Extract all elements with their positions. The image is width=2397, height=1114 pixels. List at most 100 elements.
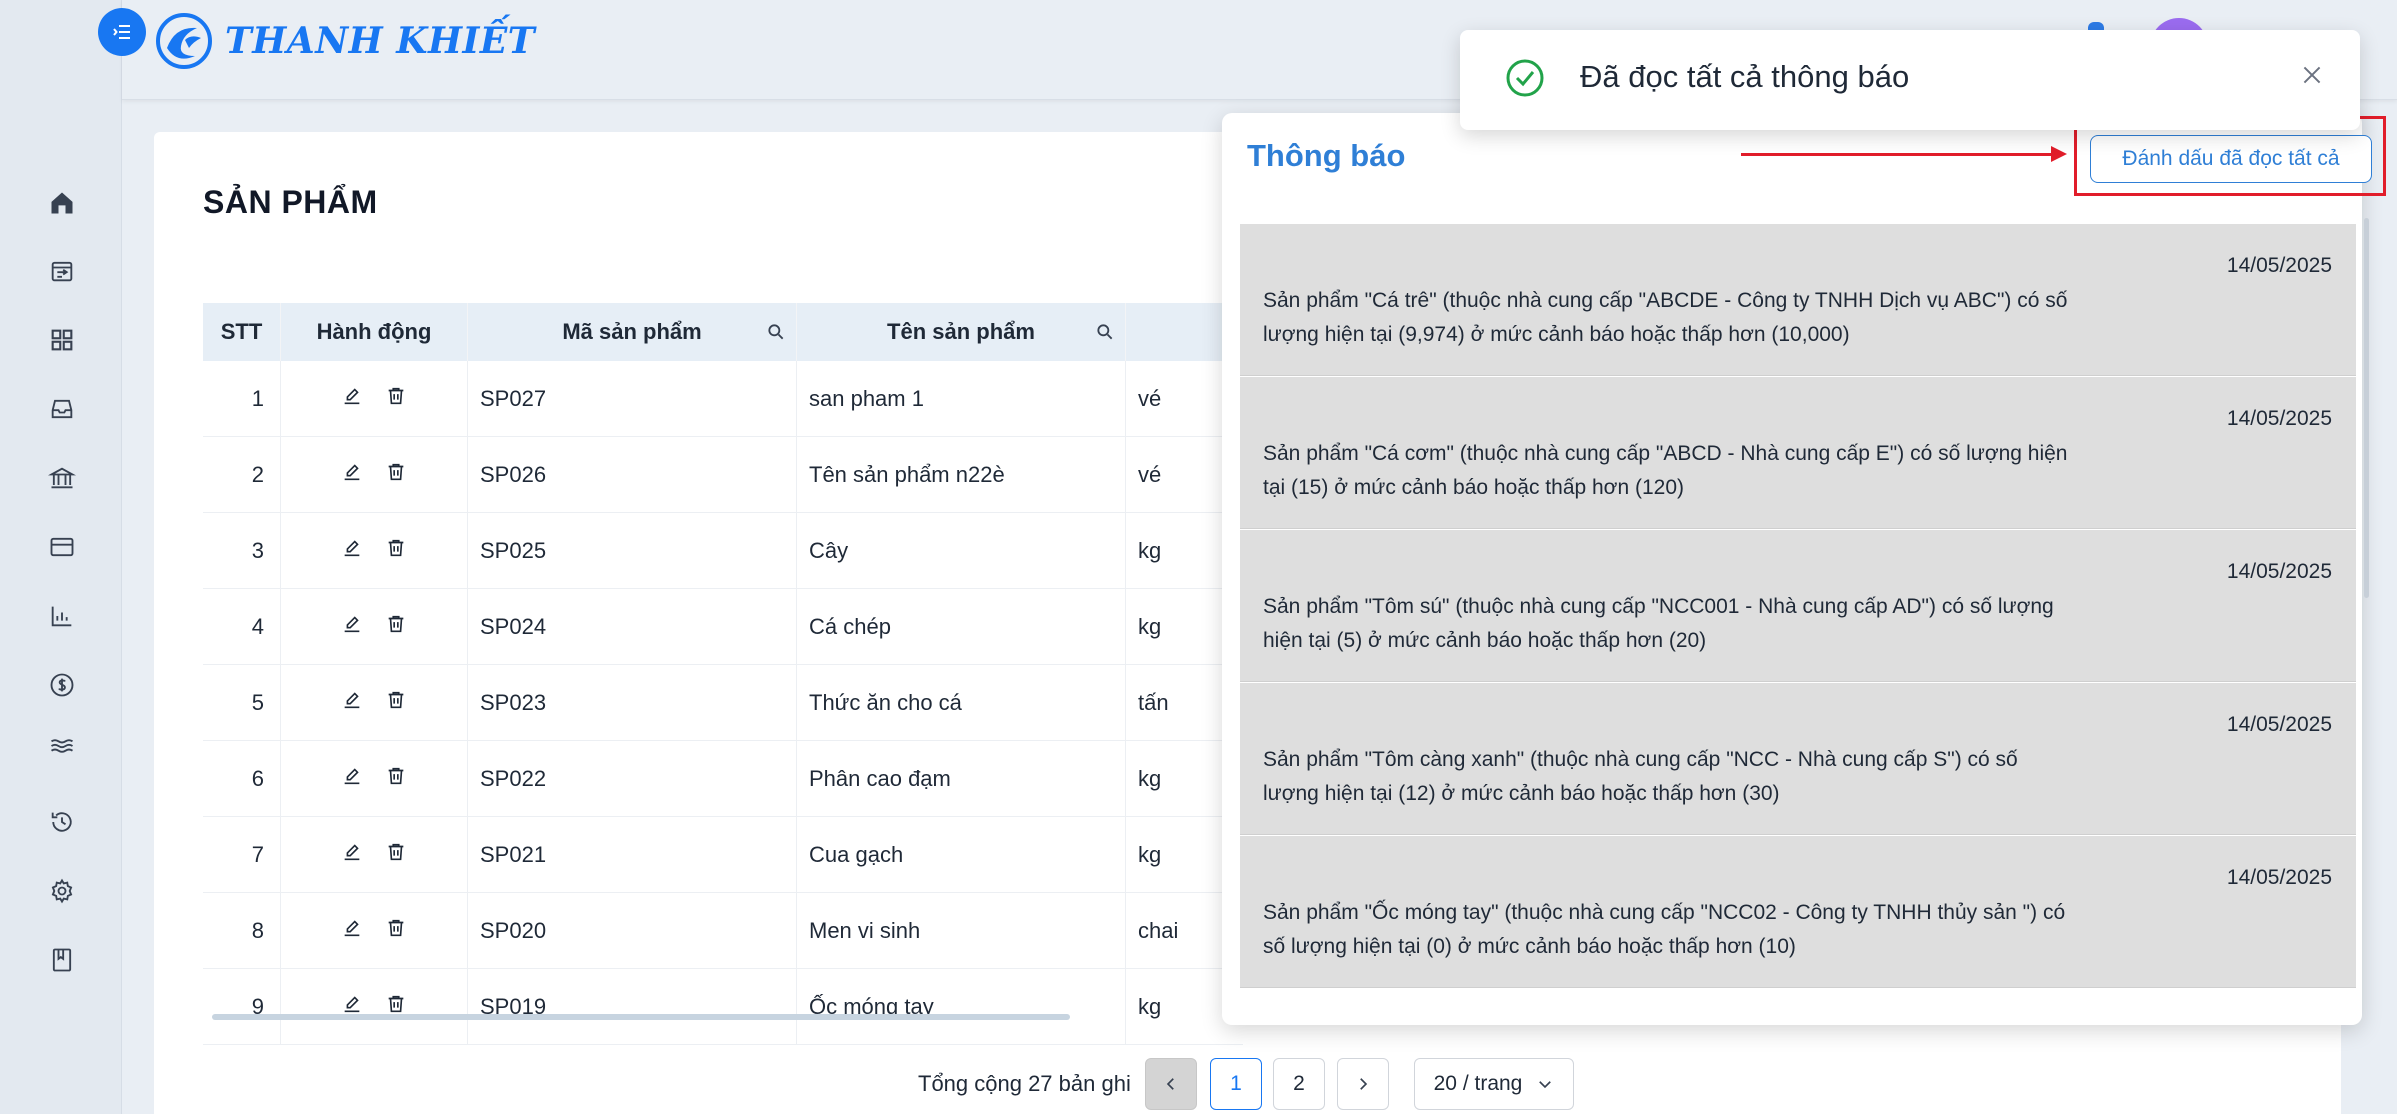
notification-item[interactable]: 14/05/2025 Sản phẩm "Tôm sú" (thuộc nhà c… [1240,530,2356,682]
brand-logo[interactable]: THANH KHIẾT [155,12,535,70]
row-stt: 9 [203,968,281,1045]
card-icon[interactable] [44,529,80,565]
header-actions: Hành động [281,303,468,361]
success-toast: Đã đọc tất cả thông báo [1460,30,2360,130]
book-icon[interactable] [44,942,80,978]
edit-icon[interactable] [341,917,363,945]
trash-icon[interactable] [385,385,407,413]
trash-icon[interactable] [385,841,407,869]
page-title: SẢN PHẨM [203,184,378,220]
row-code: SP025 [468,512,797,589]
notification-item[interactable]: 14/05/2025 Sản phẩm "Ốc móng tay" (thuộc … [1240,836,2356,988]
trash-icon[interactable] [385,689,407,717]
table-row[interactable]: 8 SP020 Men vi sinh chai [203,892,1243,969]
header-name-label: Tên sản phẩm [887,319,1035,344]
row-name: Tên sản phẩm n22è [797,436,1126,513]
horizontal-scrollbar[interactable] [212,1014,1070,1020]
table-row[interactable]: 3 SP025 Cây kg [203,512,1243,589]
table-row[interactable]: 4 SP024 Cá chép kg [203,588,1243,665]
close-icon[interactable] [2299,62,2325,93]
table-row[interactable]: 9 SP019 Ốc móng tay kg [203,968,1243,1045]
page-button-2[interactable]: 2 [1273,1058,1325,1110]
table-row[interactable]: 5 SP023 Thức ăn cho cá tấn [203,664,1243,741]
dollar-icon[interactable] [44,667,80,703]
page-size-value: 20 / trang [1433,1072,1523,1095]
edit-icon[interactable] [341,537,363,565]
row-stt: 7 [203,816,281,893]
row-actions [281,436,468,513]
row-stt: 1 [203,361,281,437]
edit-icon[interactable] [341,765,363,793]
table-row[interactable]: 1 SP027 san pham 1 vé [203,361,1243,437]
row-actions [281,816,468,893]
row-name: Ốc móng tay [797,968,1126,1045]
notification-date: 14/05/2025 [2226,407,2332,430]
notification-item[interactable]: 14/05/2025 Sản phẩm "Cá trê" (thuộc nhà c… [1240,224,2356,376]
edit-icon[interactable] [341,385,363,413]
prev-page-button[interactable] [1145,1058,1197,1110]
vertical-scrollbar[interactable] [2364,218,2369,598]
header-code[interactable]: Mã sản phẩm [468,303,797,361]
notification-date: 14/05/2025 [2226,254,2332,277]
notification-date: 14/05/2025 [2226,713,2332,736]
table-header: STT Hành động Mã sản phẩm Tên sản phẩm [203,303,1243,361]
trash-icon[interactable] [385,461,407,489]
table-row[interactable]: 7 SP021 Cua gạch kg [203,816,1243,893]
inbox-icon[interactable] [44,391,80,427]
page-size-select[interactable]: 20 / trang [1414,1058,1574,1110]
trash-icon[interactable] [385,613,407,641]
row-actions [281,512,468,589]
toast-message: Đã đọc tất cả thông báo [1580,59,1910,94]
row-code: SP020 [468,892,797,969]
edit-icon[interactable] [341,689,363,717]
trash-icon[interactable] [385,537,407,565]
table-row[interactable]: 2 SP026 Tên sản phẩm n22è vé [203,436,1243,513]
trash-icon[interactable] [385,917,407,945]
row-name: Phân cao đạm [797,740,1126,817]
row-name: Men vi sinh [797,892,1126,969]
row-code: SP024 [468,588,797,665]
edit-icon[interactable] [341,841,363,869]
menu-toggle-button[interactable] [98,8,146,56]
edit-icon[interactable] [341,461,363,489]
notification-title: Thông báo [1247,138,1406,173]
table-body[interactable]: 1 SP027 san pham 1 vé 2 SP026 Tên sản phẩm n22… [203,361,1243,1051]
row-stt: 2 [203,436,281,513]
row-code: SP027 [468,361,797,437]
notification-list[interactable]: 14/05/2025 Sản phẩm "Cá trê" (thuộc nhà c… [1240,224,2356,1004]
brand-name: THANH KHIẾT [225,20,536,62]
wave-icon[interactable] [44,728,80,764]
page-button-1[interactable]: 1 [1210,1058,1262,1110]
row-actions [281,892,468,969]
notification-item[interactable]: 14/05/2025 Sản phẩm "Tôm càng xanh" (thuộ… [1240,683,2356,835]
product-table: STT Hành động Mã sản phẩm Tên sản phẩm 1… [203,303,1243,1051]
bank-icon[interactable] [44,460,80,496]
notification-text: Sản phẩm "Cá cơm" (thuộc nhà cung cấp "A… [1263,442,2068,499]
row-name: Cua gạch [797,816,1126,893]
notification-date: 14/05/2025 [2226,866,2332,889]
table-row[interactable]: 6 SP022 Phân cao đạm kg [203,740,1243,817]
row-stt: 3 [203,512,281,589]
chevron-right-icon [1360,1078,1368,1090]
gear-icon[interactable] [44,873,80,909]
row-stt: 4 [203,588,281,665]
search-icon[interactable] [1095,322,1115,348]
notification-item[interactable]: 14/05/2025 Sản phẩm "Cá cơm" (thuộc nhà c… [1240,377,2356,529]
edit-icon[interactable] [341,613,363,641]
chart-icon[interactable] [44,598,80,634]
sidebar [0,0,122,1114]
row-actions [281,740,468,817]
row-code: SP019 [468,968,797,1045]
history-icon[interactable] [44,804,80,840]
transfer-icon[interactable] [44,253,80,289]
header-code-label: Mã sản phẩm [562,319,702,344]
grid-icon[interactable] [44,322,80,358]
header-name[interactable]: Tên sản phẩm [797,303,1126,361]
logo-icon [156,13,212,69]
trash-icon[interactable] [385,765,407,793]
row-code: SP023 [468,664,797,741]
header-stt[interactable]: STT [203,303,281,361]
next-page-button[interactable] [1337,1058,1389,1110]
home-icon[interactable] [44,185,80,221]
search-icon[interactable] [766,322,786,348]
